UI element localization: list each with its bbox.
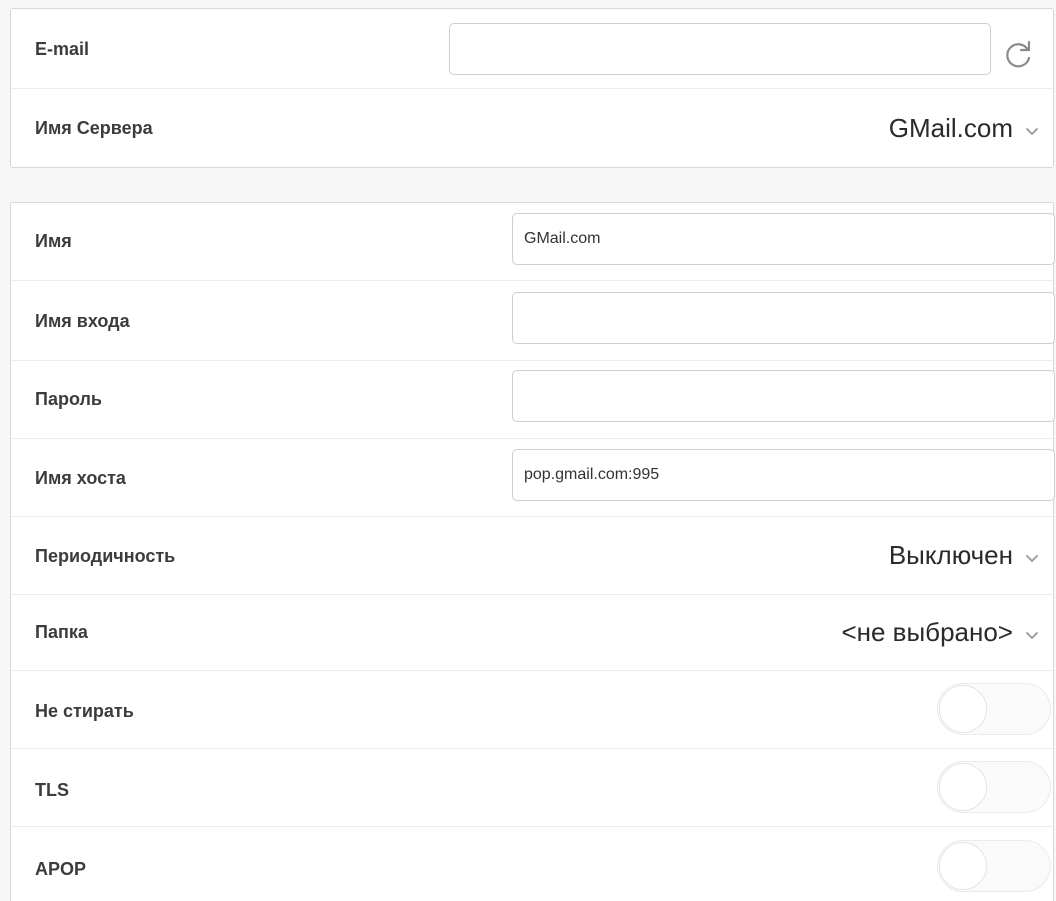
- apop-label: APOP: [35, 859, 87, 879]
- email-row: E-mail: [11, 9, 1053, 89]
- email-input[interactable]: [449, 23, 991, 75]
- email-label: E-mail: [35, 39, 90, 59]
- apop-toggle[interactable]: [937, 840, 1051, 892]
- chevron-down-icon: [1026, 128, 1038, 135]
- server-value: GMail.com: [888, 113, 1013, 143]
- server-select[interactable]: Имя Сервера GMail.com: [11, 89, 1053, 167]
- login-label: Имя входа: [35, 311, 130, 331]
- period-value: Выключен: [888, 540, 1013, 570]
- settings-panel: Имя Имя входа Пароль Имя хоста Периодичн…: [10, 202, 1055, 901]
- login-input[interactable]: [512, 292, 1055, 344]
- password-row: Пароль: [11, 361, 1055, 439]
- toggle-knob: [939, 685, 987, 733]
- name-row: Имя: [11, 203, 1055, 281]
- password-input[interactable]: [512, 370, 1055, 422]
- toggle-knob: [939, 842, 987, 890]
- folder-label: Папка: [35, 622, 88, 642]
- refresh-icon[interactable]: [1004, 39, 1034, 69]
- chevron-down-icon: [1026, 555, 1038, 562]
- folder-select[interactable]: Папка <не выбрано>: [11, 595, 1053, 671]
- mail-settings-page: E-mail Имя Сервера GMail.com Имя Имя вхо…: [0, 0, 1056, 901]
- server-label: Имя Сервера: [35, 118, 153, 138]
- apop-row: APOP: [11, 827, 1053, 901]
- password-label: Пароль: [35, 389, 102, 409]
- login-row: Имя входа: [11, 281, 1055, 361]
- account-panel: E-mail Имя Сервера GMail.com: [10, 8, 1054, 168]
- keep-toggle[interactable]: [937, 683, 1051, 735]
- tls-row: TLS: [11, 749, 1053, 827]
- toggle-knob: [939, 763, 987, 811]
- host-label: Имя хоста: [35, 468, 126, 488]
- period-select[interactable]: Периодичность Выключен: [11, 517, 1053, 595]
- host-input[interactable]: [512, 449, 1055, 501]
- tls-toggle[interactable]: [937, 761, 1051, 813]
- name-input[interactable]: [512, 213, 1055, 265]
- name-label: Имя: [35, 231, 72, 251]
- tls-label: TLS: [35, 780, 69, 800]
- period-label: Периодичность: [35, 546, 176, 566]
- keep-label: Не стирать: [35, 701, 134, 721]
- chevron-down-icon: [1026, 632, 1038, 639]
- host-row: Имя хоста: [11, 439, 1055, 517]
- keep-row: Не стирать: [11, 671, 1053, 749]
- folder-value: <не выбрано>: [841, 617, 1013, 647]
